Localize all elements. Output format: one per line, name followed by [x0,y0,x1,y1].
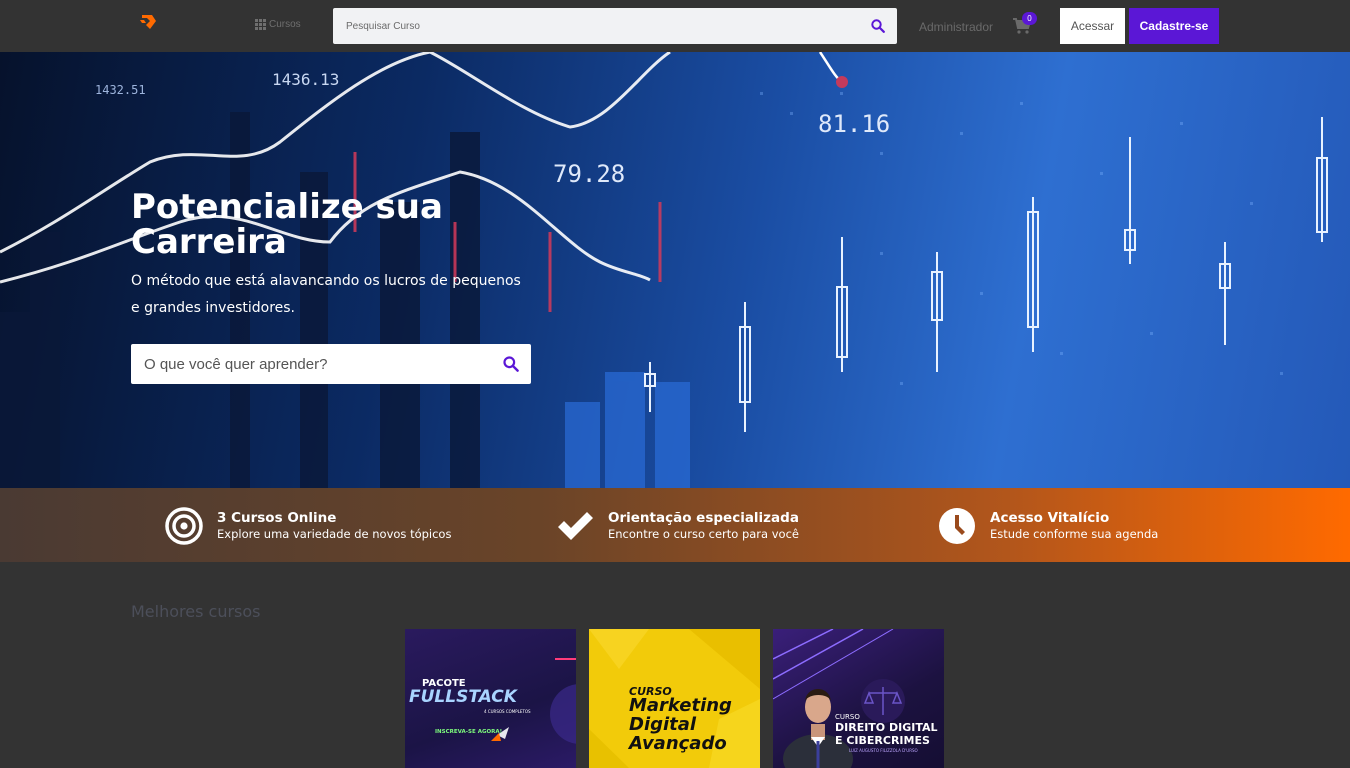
card-line3: 4 CURSOS COMPLETOS [484,709,531,714]
site-logo-icon[interactable] [138,11,158,31]
card-line2: Marketing [629,695,732,716]
clock-icon [939,508,975,544]
svg-text:79.28: 79.28 [553,160,625,188]
card-line4: Avançado [629,733,727,754]
svg-text:1432.51: 1432.51 [95,83,146,97]
card-line2: FULLSTACK [409,687,517,707]
course-card-marketing[interactable]: CURSO Marketing Digital Avançado [589,629,760,768]
target-icon [165,507,203,545]
feature-subtitle: Explore uma variedade de novos tópicos [217,527,452,541]
features-strip: 3 Cursos Online Explore uma variedade de… [0,488,1350,562]
feature-courses: 3 Cursos Online Explore uma variedade de… [165,507,451,545]
signup-button[interactable]: Cadastre-se [1129,8,1219,44]
top-navbar: Cursos Administrador 0 Acessar Cadastre-… [0,0,1350,52]
login-button[interactable]: Acessar [1060,8,1125,44]
card-line4: INSCREVA-SE AGORA! [435,729,503,735]
admin-link[interactable]: Administrador [919,20,993,34]
cart-count-badge: 0 [1022,12,1037,25]
search-icon[interactable] [503,356,519,372]
feature-subtitle: Encontre o curso certo para você [608,527,799,541]
section-title: Melhores cursos [131,602,261,621]
hero-title: Potencialize sua Carreira [131,187,443,262]
nav-courses-label: Cursos [269,19,301,30]
feature-subtitle: Estude conforme sua agenda [990,527,1159,541]
hero-search [131,344,531,384]
card-line1: CURSO [835,713,860,721]
grid-icon [255,19,266,30]
hero-search-input[interactable] [131,344,491,384]
card-line3: Digital [629,714,697,735]
svg-text:81.16: 81.16 [818,110,890,138]
nav-courses-link[interactable]: Cursos [255,19,301,30]
feature-title: Acesso Vitalício [990,510,1110,526]
hero-subtitle: O método que está alavancando os lucros … [131,273,521,316]
feature-title: 3 Cursos Online [217,510,337,526]
card-line4: LUIZ AUGUSTO FILIZZOLA D'URSO [849,748,918,753]
svg-text:1436.13: 1436.13 [272,70,339,89]
header-search-input[interactable] [333,8,853,44]
card-line3: E CIBERCRIMES [835,734,930,747]
card-line2: DIREITO DIGITAL [835,721,938,734]
hero-banner: 1436.13 1432.51 79.28 81.16 Potencialize… [0,52,1350,488]
feature-lifetime: Acesso Vitalício Estude conforme sua age… [938,507,1158,545]
search-icon[interactable] [871,19,885,33]
course-card-fullstack[interactable]: PACOTE FULLSTACK 4 CURSOS COMPLETOS INSC… [405,629,576,768]
feature-title: Orientação especializada [608,510,799,526]
check-icon [558,512,593,540]
course-card-direito[interactable]: CURSO DIREITO DIGITAL E CIBERCRIMES LUIZ… [773,629,944,768]
feature-guidance: Orientação especializada Encontre o curs… [556,507,799,545]
header-search [333,8,897,44]
